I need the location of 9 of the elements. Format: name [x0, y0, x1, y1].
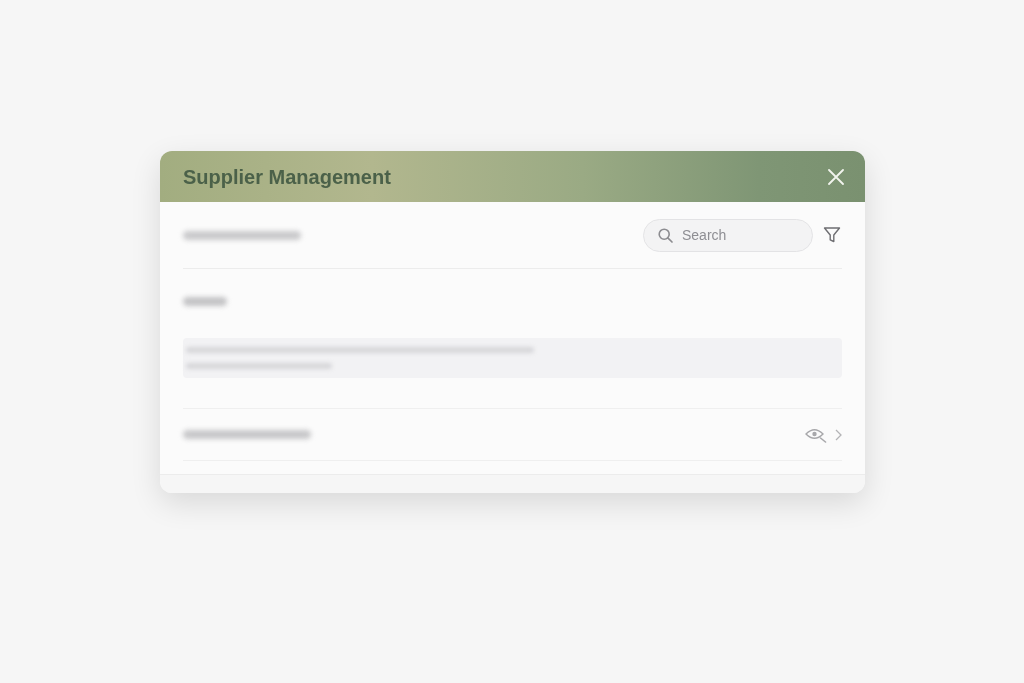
eye-magnifier-icon[interactable]	[805, 426, 827, 443]
blurred-text	[183, 297, 227, 306]
search-field[interactable]: Search	[643, 218, 813, 252]
window-title: Supplier Management	[183, 164, 391, 190]
search-icon	[658, 227, 673, 243]
close-icon	[828, 168, 844, 185]
filter-icon	[823, 226, 841, 244]
chevron-right-icon[interactable]	[835, 428, 842, 441]
filter-button[interactable]	[822, 225, 842, 245]
